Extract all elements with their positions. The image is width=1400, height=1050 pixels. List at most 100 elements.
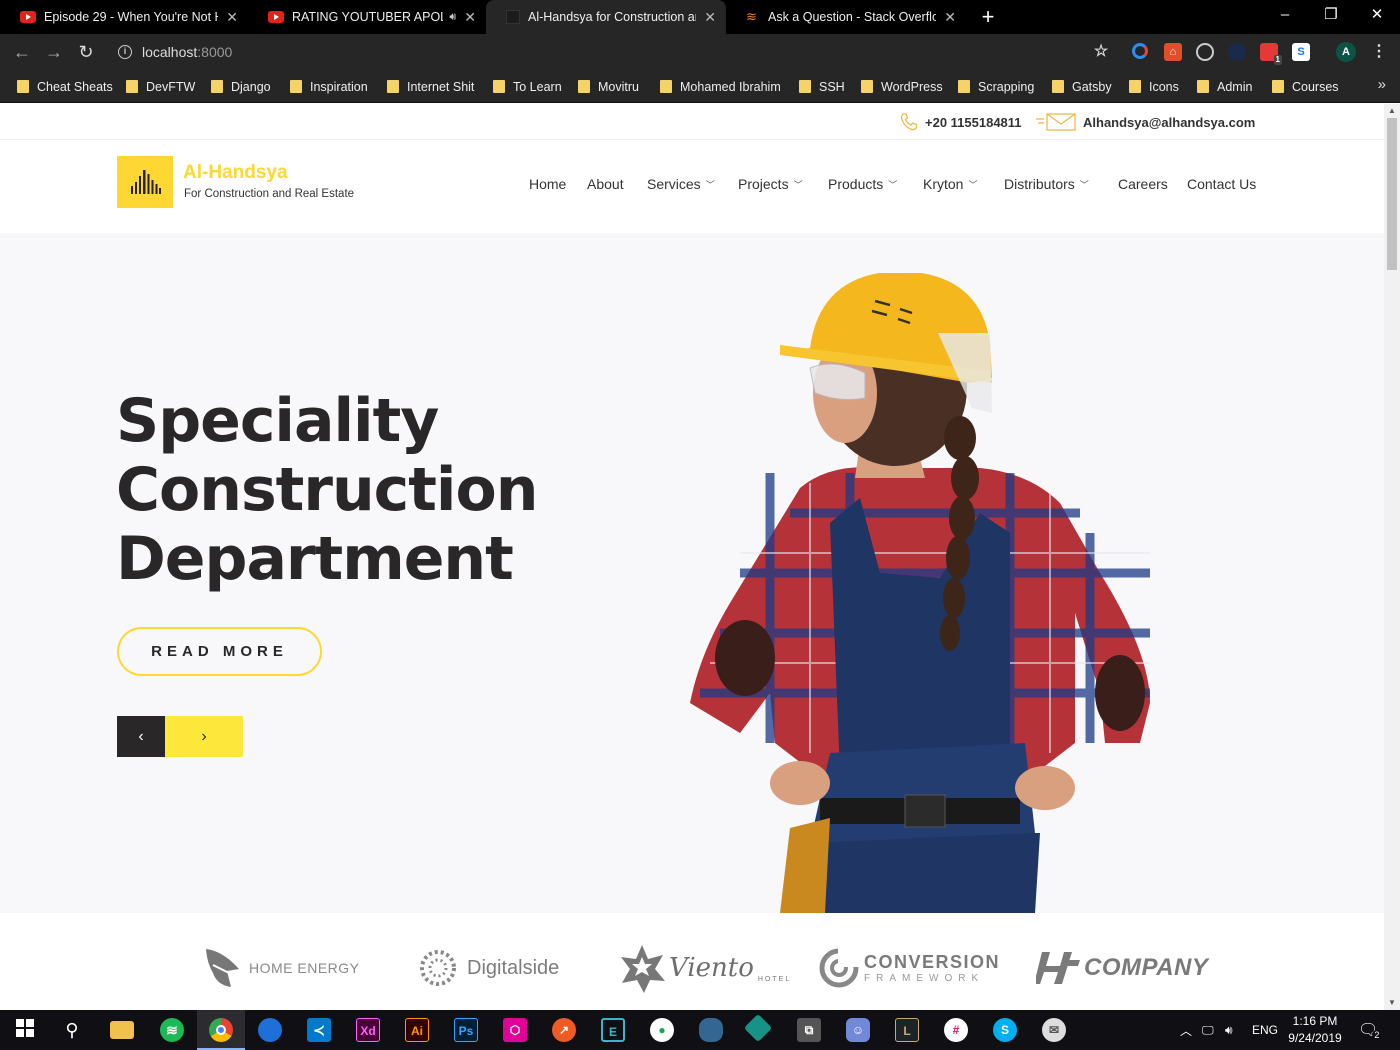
bookmark-folder[interactable]: Mohamed Ibrahim (660, 70, 781, 103)
close-icon[interactable]: ✕ (704, 9, 716, 26)
partner-name: Viento (669, 953, 754, 983)
tab-stack-overflow[interactable]: ≋ Ask a Question - Stack Overflow ✕ (726, 0, 966, 34)
partner-digitalside[interactable]: Digitalside (417, 943, 559, 993)
windows-start-icon[interactable] (13, 1018, 37, 1042)
bookmark-folder[interactable]: WordPress (861, 70, 943, 103)
phone-contact[interactable]: +20 1155184811 (899, 104, 1022, 140)
partner-home-energy[interactable]: HOME ENERGY (203, 943, 360, 993)
postgresql-icon[interactable] (699, 1018, 723, 1042)
minimize-button[interactable]: – (1262, 0, 1308, 34)
slack-icon[interactable]: # (944, 1018, 968, 1042)
bookmark-folder[interactable]: Gatsby (1052, 70, 1112, 103)
teamviewer-icon[interactable]: ⧉ (797, 1018, 821, 1042)
firefox-icon[interactable] (258, 1018, 282, 1042)
partner-company[interactable]: COMPANY (1036, 943, 1208, 993)
nav-careers[interactable]: Careers (1118, 174, 1168, 194)
chrome-icon[interactable] (209, 1018, 233, 1042)
bookmark-folder[interactable]: Scrapping (958, 70, 1034, 103)
bookmark-folder[interactable]: Icons (1129, 70, 1179, 103)
page-scrollbar[interactable]: ▲ ▼ (1384, 104, 1400, 1010)
volume-icon[interactable]: 🔊︎ (1225, 1010, 1233, 1050)
bookmark-folder[interactable]: Movitru (578, 70, 639, 103)
partner-viento[interactable]: Viento HOTEL (617, 943, 791, 993)
calendar-extension-icon[interactable]: 1 (1260, 43, 1282, 65)
speaker-icon[interactable]: 🔊︎ (449, 11, 456, 24)
s-extension-icon[interactable]: S (1292, 43, 1310, 61)
bookmark-folder[interactable]: Inspiration (290, 70, 368, 103)
close-icon[interactable]: ✕ (944, 9, 956, 26)
bookmark-folder[interactable]: Courses (1272, 70, 1339, 103)
adobe-xd-icon[interactable]: Xd (356, 1018, 380, 1042)
forward-button[interactable]: → (41, 40, 67, 64)
notification-icon[interactable]: 🗨︎ 2 (1358, 1010, 1382, 1050)
tab-episode-29[interactable]: Episode 29 - When You're Not Hi ✕ (0, 0, 248, 34)
network-icon[interactable]: 🖵︎ (1202, 1010, 1214, 1050)
nav-projects[interactable]: Projects ﹀ (738, 174, 803, 194)
league-icon[interactable]: L (895, 1018, 919, 1042)
vscode-icon[interactable]: ≺ (307, 1018, 331, 1042)
nav-products[interactable]: Products ﹀ (828, 174, 897, 194)
extension-icon[interactable]: ⌂ (1164, 43, 1182, 61)
bookmark-folder[interactable]: SSH (799, 70, 845, 103)
photoshop-icon[interactable]: Ps (454, 1018, 478, 1042)
colorzilla-icon[interactable] (1132, 43, 1148, 59)
close-icon[interactable]: ✕ (464, 9, 476, 26)
close-window-button[interactable]: ✕ (1354, 0, 1400, 34)
terminal-icon[interactable]: E (601, 1018, 625, 1042)
graphql-icon[interactable]: ⬡ (503, 1018, 527, 1042)
back-button[interactable]: ← (9, 40, 35, 64)
nav-services[interactable]: Services ﹀ (647, 174, 715, 194)
chevron-down-icon: ﹀ (793, 179, 803, 190)
read-more-button[interactable]: READ MORE (117, 627, 322, 676)
target-extension-icon[interactable] (1196, 43, 1214, 61)
scroll-down-icon[interactable]: ▼ (1384, 996, 1400, 1010)
tab-rating-youtuber[interactable]: RATING YOUTUBER APOLOG 🔊︎ ✕ (248, 0, 486, 34)
extension-icon[interactable] (1228, 43, 1246, 61)
menu-dots-icon[interactable]: ⋮ (1370, 43, 1388, 61)
address-bar[interactable]: i localhost:8000 (110, 38, 1125, 66)
illustrator-icon[interactable]: Ai (405, 1018, 429, 1042)
nav-kryton[interactable]: Kryton ﹀ (923, 174, 977, 194)
bookmark-star-icon[interactable]: ☆ (1092, 43, 1110, 61)
tray-chevron-icon[interactable]: ︿ (1180, 1010, 1192, 1050)
close-icon[interactable]: ✕ (226, 9, 238, 26)
gitkraken-icon[interactable] (743, 1013, 773, 1043)
bookmark-folder[interactable]: Cheat Sheats (17, 70, 113, 103)
logo-mark[interactable] (117, 156, 173, 208)
scrollbar-thumb[interactable] (1387, 118, 1397, 270)
slider-prev-button[interactable]: ‹ (117, 716, 165, 757)
restore-button[interactable]: ❐ (1308, 0, 1354, 34)
email-contact[interactable]: Alhandsya@alhandsya.com (1035, 104, 1255, 140)
nav-distributors[interactable]: Distributors ﹀ (1004, 174, 1089, 194)
bookmark-folder[interactable]: DevFTW (126, 70, 195, 103)
language-indicator[interactable]: ENG (1252, 1010, 1278, 1050)
scroll-up-icon[interactable]: ▲ (1384, 104, 1400, 118)
bookmark-folder[interactable]: To Learn (493, 70, 562, 103)
reload-button[interactable]: ↻ (73, 40, 99, 64)
misc-app-icon[interactable]: ✉ (1042, 1018, 1066, 1042)
more-bookmarks-icon[interactable]: » (1378, 76, 1386, 93)
nav-home[interactable]: Home (529, 174, 566, 194)
tab-al-handsya[interactable]: Al-Handsya for Construction and ✕ (486, 0, 726, 34)
bookmark-folder[interactable]: Django (211, 70, 271, 103)
partner-conversion[interactable]: CONVERSION FRAMEWORK (818, 943, 1000, 993)
skype-icon[interactable]: S (993, 1018, 1017, 1042)
new-tab-button[interactable]: + (976, 4, 1000, 30)
folder-icon (126, 80, 138, 93)
profile-avatar[interactable]: A (1336, 42, 1356, 62)
bookmark-folder[interactable]: Internet Shit (387, 70, 474, 103)
discord-icon[interactable]: ☺ (846, 1018, 870, 1042)
postman-icon[interactable]: ↗ (552, 1018, 576, 1042)
file-explorer-icon[interactable] (110, 1021, 134, 1039)
nav-about[interactable]: About (587, 174, 624, 194)
mongodb-icon[interactable]: ● (650, 1018, 674, 1042)
slider-next-button[interactable]: › (165, 716, 243, 757)
spotify-icon[interactable]: ≋ (160, 1018, 184, 1042)
brand-name[interactable]: Al-Handsya (183, 162, 288, 184)
search-icon[interactable]: ⚲ (60, 1018, 84, 1042)
nav-contact[interactable]: Contact Us (1187, 174, 1256, 194)
system-clock[interactable]: 1:16 PM 9/24/2019 (1282, 1013, 1348, 1047)
info-icon[interactable]: i (118, 45, 132, 59)
bookmark-folder[interactable]: Admin (1197, 70, 1252, 103)
folder-icon (493, 80, 505, 93)
